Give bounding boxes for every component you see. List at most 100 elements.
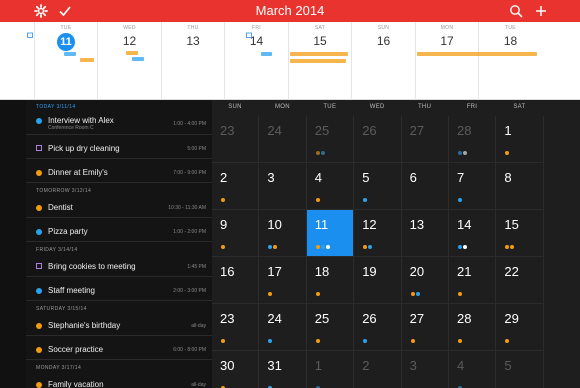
weekday-header: MON: [274, 104, 290, 110]
day-cell[interactable]: 23: [212, 304, 260, 351]
task-checkbox[interactable]: [36, 144, 42, 151]
event-dot: [221, 245, 225, 249]
event-dot: [458, 198, 462, 202]
day-cell[interactable]: 14: [449, 210, 497, 257]
agenda-event[interactable]: Family vacation all-day: [26, 374, 212, 388]
day-cell[interactable]: 19: [354, 257, 402, 304]
week-day-column[interactable]: THU 13: [161, 22, 224, 100]
month-title[interactable]: March 2014: [0, 3, 580, 18]
day-number: 28: [457, 123, 472, 138]
event-dots: [505, 142, 510, 155]
day-cell[interactable]: 29: [496, 304, 544, 351]
event-time: 7:00 - 9:00 PM: [173, 169, 206, 176]
day-cell[interactable]: 1: [496, 116, 544, 163]
agenda-event[interactable]: Dentist 10:30 - 11:30 AM: [26, 197, 212, 218]
agenda-event[interactable]: Stephanie's birthday all-day: [26, 315, 212, 336]
agenda-event[interactable]: Dinner at Emily's 7:00 - 9:00 PM: [26, 162, 212, 183]
agenda-event[interactable]: Pick up dry cleaning 5:00 PM: [26, 138, 212, 159]
day-cell[interactable]: 25: [306, 304, 355, 351]
day-cell[interactable]: 11: [306, 210, 355, 257]
agenda-event[interactable]: Soccer practice 6:00 - 8:00 PM: [26, 339, 212, 360]
day-cell[interactable]: 2: [212, 163, 260, 210]
event-bar[interactable]: [80, 58, 94, 62]
agenda-event[interactable]: Interview with Alex Conference Room C 1:00…: [26, 113, 212, 135]
agenda-event[interactable]: Staff meeting 2:00 - 3:00 PM: [26, 280, 212, 301]
day-number: 4: [314, 170, 323, 185]
day-cell[interactable]: 28: [449, 304, 497, 351]
day-cell[interactable]: 20: [401, 257, 449, 304]
day-cell[interactable]: 28: [449, 116, 497, 163]
day-cell[interactable]: 15: [496, 210, 544, 257]
event-bar[interactable]: [126, 51, 138, 55]
event-dots: [315, 142, 326, 155]
day-cell[interactable]: 27: [401, 304, 449, 351]
week-day-column[interactable]: WED 12: [97, 22, 161, 100]
weekday-header: TUE: [323, 104, 337, 110]
day-cell[interactable]: 26: [354, 116, 402, 163]
day-number: 15: [504, 217, 519, 232]
event-dot: [505, 339, 510, 343]
week-day-column[interactable]: TUE 18: [478, 22, 542, 100]
agenda-event[interactable]: Bring cookies to meeting 1:45 PM: [26, 256, 212, 277]
day-cell[interactable]: 12: [354, 210, 402, 257]
week-day-name: WED: [123, 25, 136, 31]
day-cell[interactable]: 27: [401, 116, 449, 163]
event-bar[interactable]: [417, 52, 537, 56]
event-dots: [268, 236, 278, 249]
week-day-column[interactable]: FRI 14: [224, 22, 288, 100]
week-day-name: TUE: [60, 25, 72, 31]
left-gutter: [0, 100, 26, 388]
day-cell[interactable]: 10: [259, 210, 307, 257]
day-cell[interactable]: 23: [212, 116, 260, 163]
event-bar[interactable]: [64, 52, 76, 56]
event-time: 1:00 - 2:00 PM: [173, 228, 206, 235]
day-cell[interactable]: 8: [496, 163, 544, 210]
week-day-date: 15: [313, 34, 327, 48]
weekday-header: WED: [369, 104, 385, 110]
event-dots: [315, 236, 331, 249]
day-cell[interactable]: 31: [259, 351, 307, 388]
event-dots: [505, 330, 510, 343]
week-day-column[interactable]: MON 17: [415, 22, 478, 100]
search-icon[interactable]: [508, 3, 524, 19]
event-dot: [315, 245, 320, 249]
day-cell[interactable]: 18: [306, 257, 355, 304]
day-cell[interactable]: 1: [307, 351, 355, 388]
agenda-event[interactable]: Pizza party 1:00 - 2:00 PM: [26, 221, 212, 242]
event-bar[interactable]: [132, 57, 144, 61]
day-cell[interactable]: 7: [449, 163, 497, 210]
day-cell[interactable]: 26: [354, 304, 402, 351]
event-bar[interactable]: [290, 52, 348, 56]
day-cell[interactable]: 4: [306, 163, 355, 210]
day-cell[interactable]: 6: [401, 163, 449, 210]
event-bar[interactable]: [290, 59, 346, 63]
day-cell[interactable]: 21: [449, 257, 497, 304]
task-checkbox[interactable]: [36, 262, 42, 269]
event-title: Dentist: [48, 202, 73, 212]
day-cell[interactable]: 5: [496, 351, 544, 388]
day-cell[interactable]: 24: [259, 304, 307, 351]
day-number: 28: [457, 311, 472, 326]
day-cell[interactable]: 22: [496, 257, 544, 304]
plus-icon[interactable]: [533, 3, 549, 19]
day-cell[interactable]: 24: [259, 116, 307, 163]
event-dots: [315, 189, 321, 202]
day-cell[interactable]: 2: [354, 351, 402, 388]
day-cell[interactable]: 4: [449, 351, 497, 388]
day-cell[interactable]: 17: [259, 257, 307, 304]
day-cell[interactable]: 25: [306, 116, 355, 163]
event-bar[interactable]: [261, 52, 272, 56]
day-cell[interactable]: 3: [402, 351, 449, 388]
day-cell[interactable]: 3: [259, 163, 307, 210]
day-cell[interactable]: 9: [212, 210, 260, 257]
event-dot: [505, 151, 510, 155]
event-color-dot: [36, 346, 42, 353]
day-cell[interactable]: 13: [401, 210, 449, 257]
event-dots: [458, 377, 463, 388]
event-color-dot: [36, 381, 42, 388]
event-dots: [363, 189, 368, 202]
day-cell[interactable]: 30: [212, 351, 260, 388]
day-cell[interactable]: 16: [212, 257, 260, 304]
week-day-column[interactable]: SUN 16: [351, 22, 415, 100]
day-cell[interactable]: 5: [354, 163, 402, 210]
